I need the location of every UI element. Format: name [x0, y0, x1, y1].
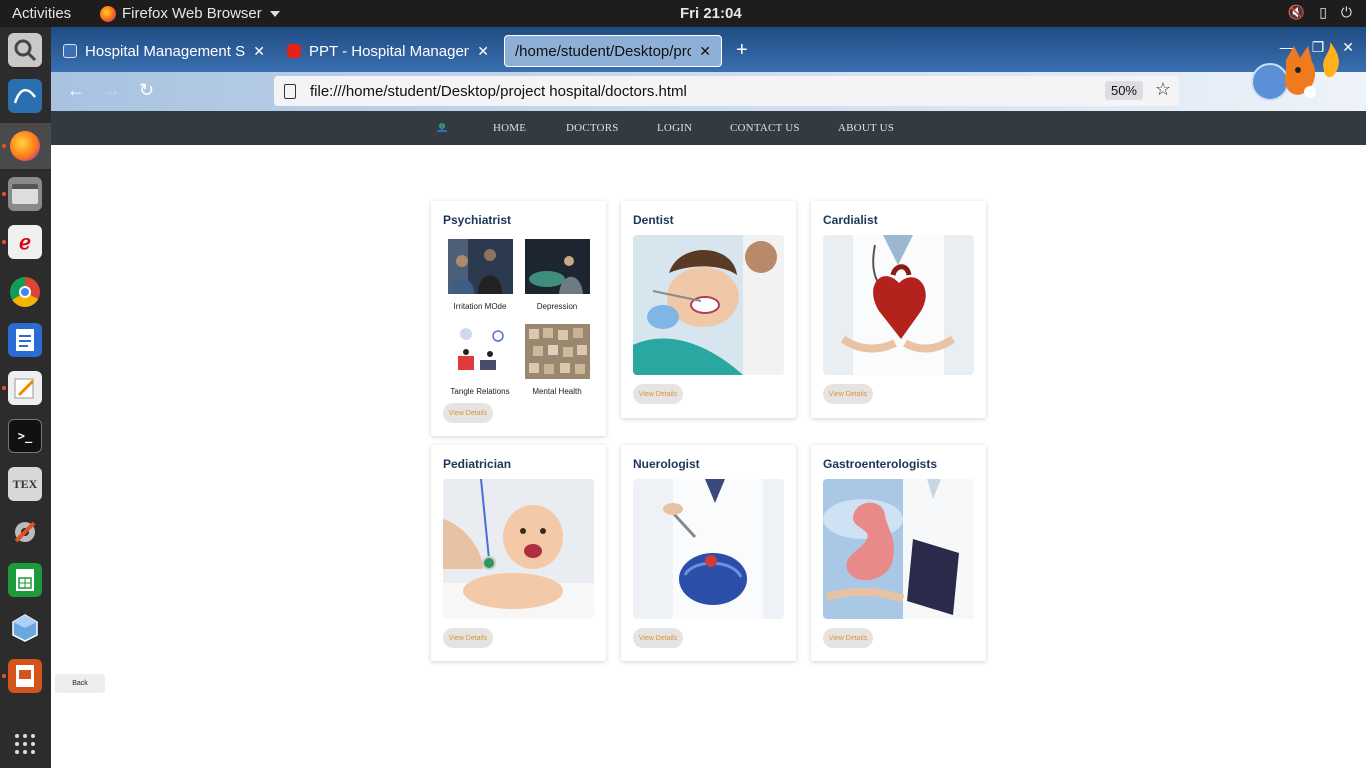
back-button[interactable]: Back: [55, 674, 105, 693]
zoom-level[interactable]: 50%: [1104, 81, 1143, 100]
mini-label: Mental Health: [532, 387, 582, 396]
card-title: Nuerologist: [633, 457, 700, 471]
mini-label: Irritation MOde: [453, 302, 507, 311]
mini-label: Depression: [536, 302, 578, 311]
nav-home-link[interactable]: HOME: [493, 122, 526, 134]
running-indicator: [2, 144, 6, 148]
bookmark-star-icon[interactable]: ☆: [1155, 79, 1171, 100]
chevron-down-icon: [269, 10, 280, 17]
image-viewer-icon[interactable]: [8, 33, 42, 67]
neurology-image[interactable]: [633, 479, 784, 619]
nav-doctors-link[interactable]: DOCTORS: [566, 122, 619, 134]
tab-ppt[interactable]: PPT - Hospital Manageme ✕: [277, 35, 499, 67]
card-title: Psychiatrist: [443, 213, 512, 227]
tab-hospital-management[interactable]: Hospital Management Sy ✕: [53, 35, 275, 67]
depression-image[interactable]: [525, 239, 590, 294]
close-tab-icon[interactable]: ✕: [699, 43, 711, 60]
new-tab-icon[interactable]: +: [736, 39, 748, 62]
doctor-card-pediatrician: Pediatrician View Details: [431, 445, 606, 661]
browser-nav-bar: ← → ↻ file:///home/student/Desktop/proje…: [51, 72, 1366, 111]
battery-icon[interactable]: ▯: [1319, 4, 1327, 21]
irritation-mode-image[interactable]: [448, 239, 513, 294]
close-tab-icon[interactable]: ✕: [477, 43, 489, 60]
nav-about-link[interactable]: ABOUT US: [838, 122, 894, 134]
firefox-theme-mascot-icon: [1251, 42, 1339, 101]
running-indicator: [2, 674, 6, 678]
tab-doctors-active[interactable]: /home/student/Desktop/pro ✕: [504, 35, 722, 67]
dentist-image[interactable]: [633, 235, 784, 375]
power-icon[interactable]: ⏻: [1341, 4, 1352, 21]
mental-health-image[interactable]: [525, 324, 590, 379]
doctor-card-nuerologist: Nuerologist View Details: [621, 445, 796, 661]
cardiology-image[interactable]: [823, 235, 974, 375]
pediatrician-image[interactable]: [443, 479, 594, 619]
doctor-card-gastroenterologists: Gastroenterologists View Details: [811, 445, 986, 661]
writer-icon[interactable]: [8, 323, 42, 357]
card-title: Pediatrician: [443, 457, 512, 471]
view-details-button[interactable]: View Details: [633, 628, 683, 648]
reload-icon[interactable]: ↻: [139, 80, 154, 101]
forward-arrow-icon[interactable]: →: [103, 80, 121, 101]
text-editor-icon[interactable]: [8, 371, 42, 405]
mini-label: Tangle Relations: [450, 387, 510, 396]
show-apps-icon[interactable]: [8, 727, 42, 761]
url-bar[interactable]: file:///home/student/Desktop/project hos…: [274, 76, 1179, 106]
site-nav-bar: HOME DOCTORS LOGIN CONTACT US ABOUT US: [51, 111, 1366, 145]
settings-icon[interactable]: [8, 515, 42, 549]
chrome-icon[interactable]: [8, 275, 42, 309]
view-details-button[interactable]: View Details: [443, 628, 493, 648]
activities-button[interactable]: Activities: [12, 5, 71, 22]
impress-icon[interactable]: [8, 659, 42, 693]
doctor-card-cardialist: Cardialist View Details: [811, 201, 986, 418]
card-title: Cardialist: [823, 213, 878, 227]
doctor-card-psychiatrist: Psychiatrist Irritation MOde Depression …: [431, 201, 606, 436]
system-tray[interactable]: 🔇 ▯ ⏻: [1288, 4, 1352, 21]
view-details-button[interactable]: View Details: [823, 384, 873, 404]
running-indicator: [2, 386, 6, 390]
nav-contact-link[interactable]: CONTACT US: [730, 122, 800, 134]
firefox-dock-icon[interactable]: [8, 129, 42, 163]
launcher-dock: ℯ >_ TEX: [0, 27, 51, 768]
terminal-icon[interactable]: >_: [8, 419, 42, 453]
firefox-icon: [100, 5, 116, 22]
running-indicator: [2, 192, 6, 196]
site-favicon-icon: [63, 44, 77, 58]
app-menu[interactable]: Firefox Web Browser: [100, 5, 280, 22]
view-details-button[interactable]: View Details: [633, 384, 683, 404]
tab-title: /home/student/Desktop/pro: [515, 42, 692, 60]
virtualbox-icon[interactable]: [8, 611, 42, 645]
doctor-card-dentist: Dentist View Details: [621, 201, 796, 418]
clock[interactable]: Fri 21:04: [680, 5, 742, 22]
nav-login-link[interactable]: LOGIN: [657, 122, 692, 134]
tab-title: PPT - Hospital Manageme: [309, 42, 470, 60]
app-menu-label: Firefox Web Browser: [122, 5, 262, 22]
running-indicator: [2, 240, 6, 244]
calc-icon[interactable]: [8, 563, 42, 597]
files-icon[interactable]: [8, 177, 42, 211]
browser-tab-strip: Hospital Management Sy ✕ PPT - Hospital …: [51, 27, 1366, 72]
back-arrow-icon[interactable]: ←: [67, 80, 85, 101]
tab-title: Hospital Management Sy: [85, 42, 246, 60]
system-top-bar: Activities Firefox Web Browser Fri 21:04…: [0, 0, 1366, 27]
youtube-icon: [287, 44, 301, 58]
tangle-relations-image[interactable]: [448, 324, 513, 379]
document-viewer-icon[interactable]: ℯ: [8, 225, 42, 259]
volume-muted-icon[interactable]: 🔇: [1288, 4, 1305, 21]
card-title: Dentist: [633, 213, 674, 227]
view-details-button[interactable]: View Details: [443, 403, 493, 423]
close-tab-icon[interactable]: ✕: [253, 43, 265, 60]
card-title: Gastroenterologists: [823, 457, 938, 471]
page-icon: [284, 83, 296, 99]
wireshark-icon[interactable]: [8, 79, 42, 113]
hospital-logo-icon[interactable]: [435, 121, 449, 135]
url-text[interactable]: file:///home/student/Desktop/project hos…: [310, 83, 687, 100]
texmaker-icon[interactable]: TEX: [8, 467, 42, 501]
view-details-button[interactable]: View Details: [823, 628, 873, 648]
gastroenterology-image[interactable]: [823, 479, 974, 619]
